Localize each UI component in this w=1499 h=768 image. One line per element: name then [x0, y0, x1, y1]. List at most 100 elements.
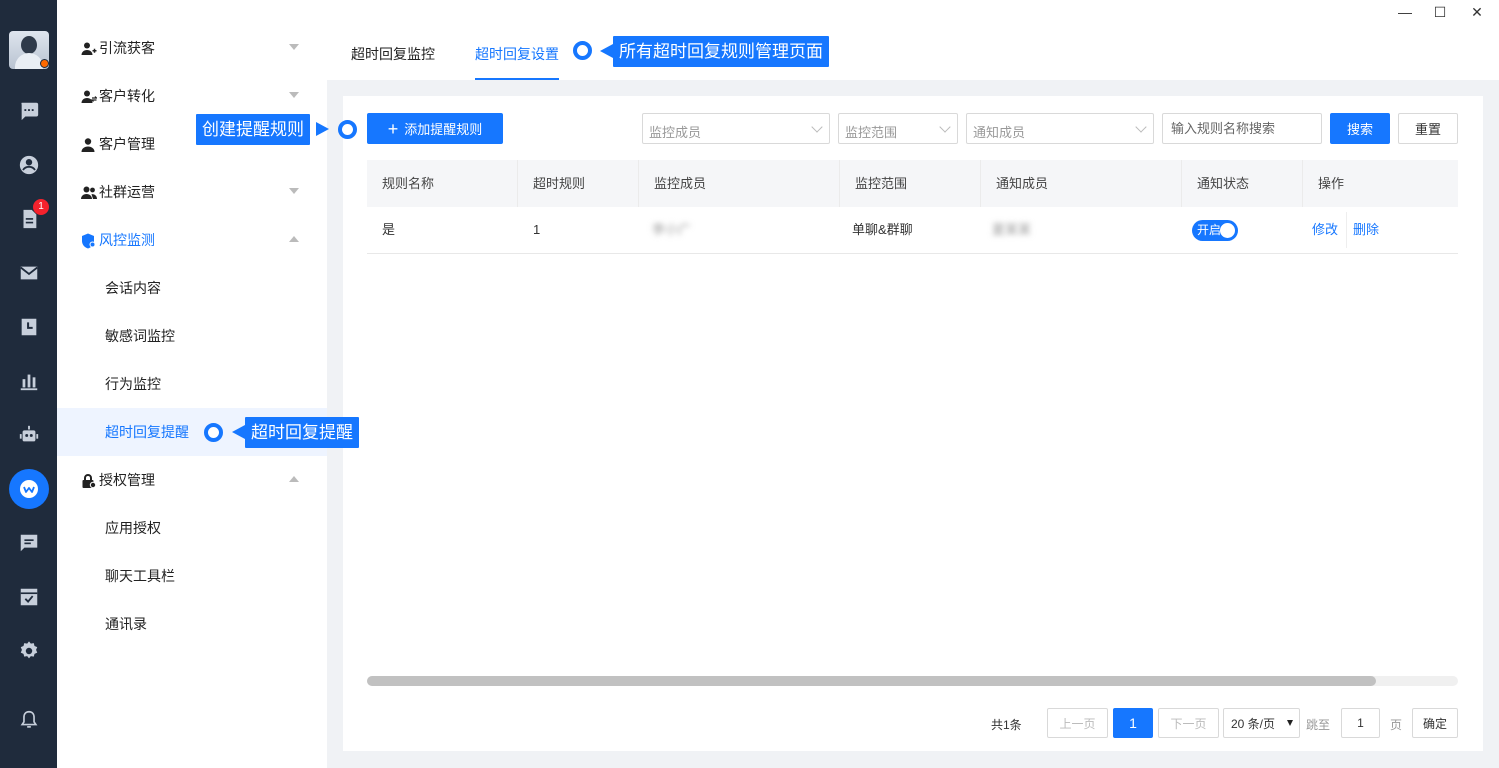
- scrollbar-thumb[interactable]: [367, 676, 1376, 686]
- menu-group-label: 风控监测: [99, 232, 155, 248]
- menu-group-label: 客户管理: [99, 136, 155, 152]
- sidebar-item-label: 行为监控: [105, 376, 161, 392]
- sidebar-item-contacts[interactable]: 通讯录: [57, 600, 327, 648]
- sidebar-item-label: 会话内容: [105, 280, 161, 296]
- prev-page-button[interactable]: 上一页: [1047, 708, 1108, 738]
- page-size-value: 20 条/页: [1231, 716, 1276, 731]
- chevron-down-icon: [289, 44, 299, 50]
- calendar-icon[interactable]: [17, 315, 41, 339]
- lock-icon: [81, 473, 97, 489]
- delete-link[interactable]: 删除: [1353, 207, 1379, 253]
- contact-icon[interactable]: [17, 153, 41, 177]
- annotation-marker: [204, 423, 223, 442]
- rule-name-search-input[interactable]: [1162, 113, 1322, 144]
- table-header: 规则名称 超时规则 监控成员 监控范围 通知成员 通知状态 操作: [367, 160, 1458, 207]
- toggle-label: 开启: [1197, 223, 1222, 237]
- column-header-monitor-scope: 监控范围: [855, 176, 908, 191]
- minimize-button[interactable]: —: [1397, 4, 1413, 20]
- maximize-button[interactable]: ☐: [1432, 4, 1448, 20]
- annotation-tab-note: 所有超时回复规则管理页面: [613, 36, 829, 67]
- sidebar-item-chat-content[interactable]: 会话内容: [57, 264, 327, 312]
- sidebar-item-chat-toolbar[interactable]: 聊天工具栏: [57, 552, 327, 600]
- tab-timeout-monitor[interactable]: 超时回复监控: [351, 44, 435, 64]
- column-header-monitor-member: 监控成员: [654, 176, 707, 191]
- annotation-arrow: [232, 425, 245, 439]
- message-icon[interactable]: [17, 531, 41, 555]
- column-header-notify-status: 通知状态: [1197, 176, 1250, 191]
- users-icon: [81, 185, 97, 201]
- online-status-dot: [40, 59, 49, 68]
- jump-confirm-button[interactable]: 确定: [1412, 708, 1458, 738]
- select-placeholder: 监控范围: [845, 125, 898, 140]
- chevron-up-icon: [289, 236, 299, 242]
- menu-group-community-ops[interactable]: 社群运营: [57, 168, 327, 216]
- edit-link[interactable]: 修改: [1312, 207, 1338, 253]
- active-tab-indicator: [475, 78, 559, 80]
- sidebar-item-label: 应用授权: [105, 520, 161, 536]
- robot-icon[interactable]: [17, 423, 41, 447]
- sidebar-item-label: 超时回复提醒: [105, 424, 189, 440]
- menu-group-risk-monitoring[interactable]: 风控监测: [57, 216, 327, 264]
- approval-icon[interactable]: [17, 585, 41, 609]
- menu-group-lead-acquisition[interactable]: 引流获客: [57, 24, 327, 72]
- page-size-select[interactable]: 20 条/页: [1223, 708, 1300, 738]
- chevron-down-icon: [289, 92, 299, 98]
- cell-monitor-member: 李小广: [652, 222, 692, 237]
- sidebar-item-app-auth[interactable]: 应用授权: [57, 504, 327, 552]
- next-page-button[interactable]: 下一页: [1158, 708, 1219, 738]
- tabs-bar: 超时回复监控 超时回复设置: [327, 24, 1499, 80]
- monitor-scope-select[interactable]: 监控范围: [838, 113, 958, 144]
- monitor-member-select[interactable]: 监控成员: [642, 113, 830, 144]
- tab-timeout-settings[interactable]: 超时回复设置: [475, 44, 559, 64]
- reset-button[interactable]: 重置: [1398, 113, 1458, 144]
- sidebar-item-behavior-monitor[interactable]: 行为监控: [57, 360, 327, 408]
- chat-icon[interactable]: [17, 99, 41, 123]
- jump-page-input[interactable]: [1341, 708, 1380, 738]
- sidebar-item-label: 敏感词监控: [105, 328, 175, 344]
- window-titlebar: — ☐ ✕: [327, 0, 1499, 24]
- cell-timeout-rule: 1: [533, 222, 541, 237]
- column-header-notify-member: 通知成员: [996, 176, 1049, 191]
- annotation-arrow: [316, 122, 329, 136]
- notify-status-toggle[interactable]: 开启: [1192, 220, 1238, 241]
- sidebar-item-sensitive-words[interactable]: 敏感词监控: [57, 312, 327, 360]
- annotation-marker: [338, 120, 357, 139]
- column-header-actions: 操作: [1318, 176, 1345, 191]
- page-1-button[interactable]: 1: [1113, 708, 1153, 738]
- page-unit-label: 页: [1390, 718, 1403, 732]
- stats-icon[interactable]: [17, 369, 41, 393]
- add-rule-label: 添加提醒规则: [404, 122, 483, 137]
- menu-group-authorization[interactable]: 授权管理: [57, 456, 327, 504]
- notification-badge: 1: [33, 199, 49, 215]
- settings-icon[interactable]: [17, 639, 41, 663]
- work-app-icon[interactable]: [9, 469, 49, 509]
- table-row: 是 1 李小广 单聊&群聊 夏某某 开启 修改 删除: [367, 207, 1458, 254]
- menu-group-label: 社群运营: [99, 184, 155, 200]
- app-rail: 1: [0, 0, 57, 768]
- select-placeholder: 监控成员: [649, 125, 702, 140]
- chevron-down-icon: [1135, 121, 1147, 133]
- chevron-down-icon: [939, 121, 951, 133]
- bell-icon[interactable]: [17, 708, 41, 732]
- column-header-timeout-rule: 超时规则: [533, 176, 586, 191]
- mail-icon[interactable]: [17, 261, 41, 285]
- menu-group-label: 授权管理: [99, 472, 155, 488]
- cell-notify-member: 夏某某: [992, 222, 1032, 237]
- cell-monitor-scope: 单聊&群聊: [852, 222, 913, 237]
- sidebar-item-label: 聊天工具栏: [105, 568, 175, 584]
- caret-down-icon: [1287, 720, 1293, 726]
- chevron-down-icon: [811, 121, 823, 133]
- search-button[interactable]: 搜索: [1330, 113, 1390, 144]
- menu-group-label: 引流获客: [99, 40, 155, 56]
- annotation-marker: [573, 41, 592, 60]
- add-rule-button[interactable]: + 添加提醒规则: [367, 113, 503, 144]
- annotation-menu-note: 超时回复提醒: [245, 417, 359, 448]
- close-button[interactable]: ✕: [1469, 4, 1485, 20]
- rules-table: 规则名称 超时规则 监控成员 监控范围 通知成员 通知状态 操作 是 1 李小广…: [367, 160, 1458, 254]
- chevron-up-icon: [289, 476, 299, 482]
- menu-group-customer-conversion[interactable]: 客户转化: [57, 72, 327, 120]
- plus-icon: +: [387, 118, 399, 139]
- horizontal-scrollbar[interactable]: [367, 676, 1458, 686]
- pagination-total: 共1条: [991, 718, 1022, 732]
- notify-member-select[interactable]: 通知成员: [966, 113, 1154, 144]
